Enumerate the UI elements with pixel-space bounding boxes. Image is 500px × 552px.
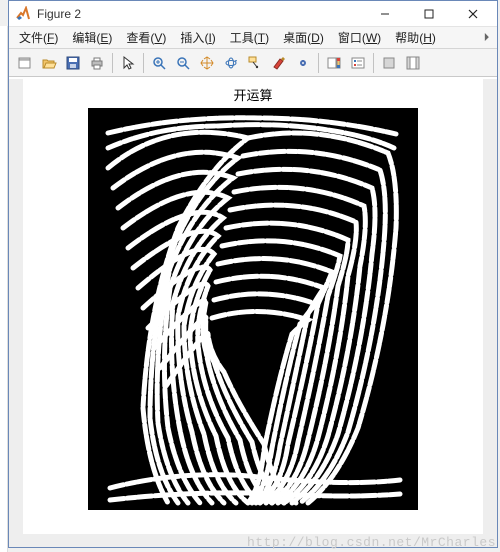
maximize-button[interactable] xyxy=(407,3,451,25)
menu-view[interactable]: 查看(V) xyxy=(120,27,172,48)
zoom-out-button[interactable] xyxy=(172,52,194,74)
titlebar: Figure 2 xyxy=(9,1,497,27)
matlab-icon xyxy=(15,6,31,22)
figure-window: Figure 2 文件(F) 编辑(E) 查看(V) 插入(I) 工具(T) 桌… xyxy=(8,0,498,548)
pan-button[interactable] xyxy=(196,52,218,74)
axes-panel: 开运算 xyxy=(23,79,483,534)
zoom-in-button[interactable] xyxy=(148,52,170,74)
brush-button[interactable] xyxy=(268,52,290,74)
menu-help[interactable]: 帮助(H) xyxy=(389,27,442,48)
pointer-button[interactable] xyxy=(117,52,139,74)
menu-tools[interactable]: 工具(T) xyxy=(224,27,275,48)
toolbar-sep xyxy=(143,53,144,73)
rotate3d-button[interactable] xyxy=(220,52,242,74)
hide-plot-tools-button[interactable] xyxy=(378,52,400,74)
menu-edit[interactable]: 编辑(E) xyxy=(66,27,118,48)
menu-file[interactable]: 文件(F) xyxy=(13,27,64,48)
link-plot-button[interactable] xyxy=(292,52,314,74)
toolbar xyxy=(9,49,497,77)
show-plot-tools-button[interactable] xyxy=(402,52,424,74)
window-title: Figure 2 xyxy=(37,7,363,21)
menu-desktop[interactable]: 桌面(D) xyxy=(277,27,330,48)
axes-title: 开运算 xyxy=(233,85,272,104)
data-cursor-button[interactable] xyxy=(244,52,266,74)
toolbar-sep xyxy=(112,53,113,73)
close-button[interactable] xyxy=(451,3,495,25)
open-button[interactable] xyxy=(38,52,60,74)
fingerprint-image xyxy=(88,108,418,510)
menu-window[interactable]: 窗口(W) xyxy=(332,27,387,48)
figure-content: 开运算 xyxy=(9,79,497,547)
save-button[interactable] xyxy=(62,52,84,74)
window-buttons xyxy=(363,3,495,25)
minimize-button[interactable] xyxy=(363,3,407,25)
colorbar-button[interactable] xyxy=(323,52,345,74)
legend-button[interactable] xyxy=(347,52,369,74)
toolbar-sep xyxy=(318,53,319,73)
left-gutter xyxy=(0,26,8,552)
menubar: 文件(F) 编辑(E) 查看(V) 插入(I) 工具(T) 桌面(D) 窗口(W… xyxy=(9,27,497,49)
toolbar-sep xyxy=(373,53,374,73)
print-button[interactable] xyxy=(86,52,108,74)
menu-overflow-icon[interactable]: 🞂 xyxy=(480,30,493,45)
menu-insert[interactable]: 插入(I) xyxy=(174,27,221,48)
new-figure-button[interactable] xyxy=(14,52,36,74)
